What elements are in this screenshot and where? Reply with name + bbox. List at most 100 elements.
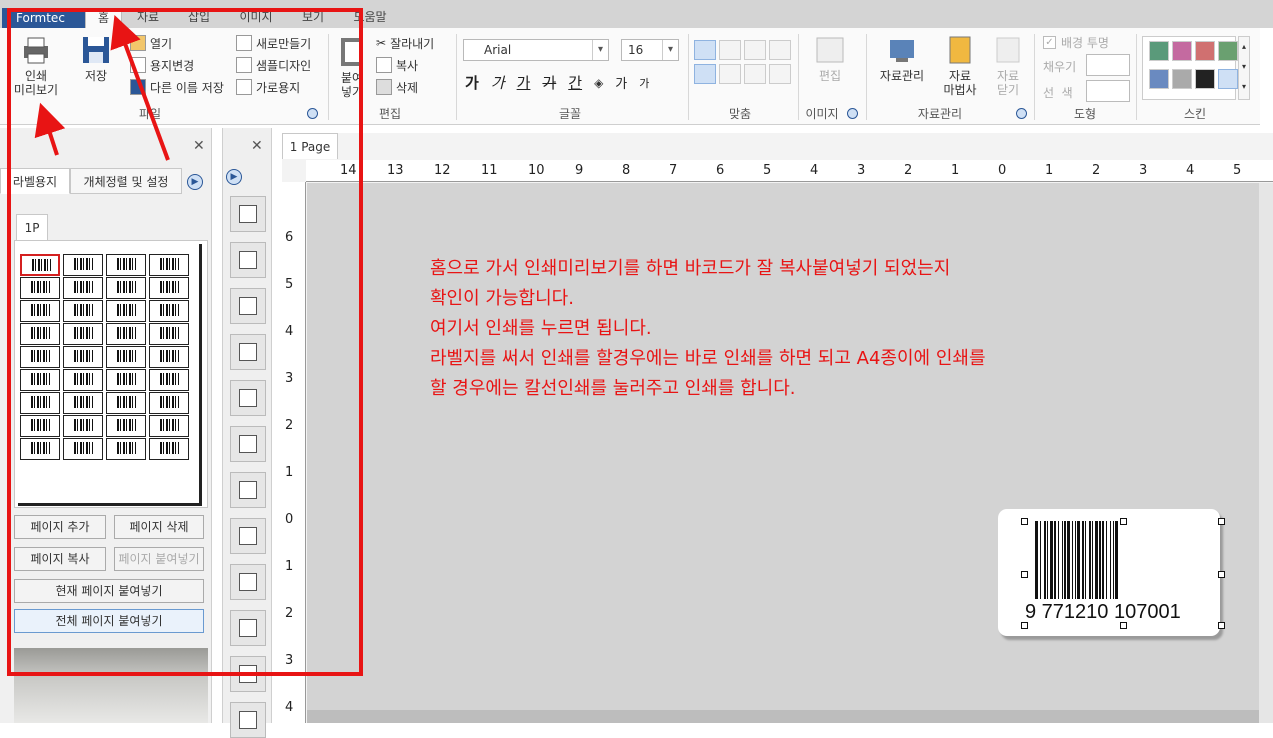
ruler-tick-label: 5	[1233, 163, 1242, 178]
resize-handle[interactable]	[1120, 622, 1127, 629]
skin-option[interactable]	[1149, 41, 1169, 61]
align-bottom-button[interactable]	[744, 64, 766, 84]
line-color-picker[interactable]	[1086, 80, 1130, 102]
data-group-launcher-icon[interactable]	[1016, 108, 1027, 119]
scissors-icon: ✂	[376, 36, 387, 50]
design-canvas[interactable]: 홈으로 가서 인쇄미리보기를 하면 바코드가 잘 복사붙여넣기 되었는지 확인이…	[307, 183, 1259, 710]
resize-handle[interactable]	[1021, 518, 1028, 525]
ribbon-separator	[798, 34, 799, 120]
copy-button[interactable]: 복사	[376, 54, 450, 76]
ruler-tick-label: 5	[763, 163, 772, 178]
resize-handle[interactable]	[1218, 518, 1225, 525]
ruler-tick-label: 8	[622, 163, 631, 178]
data-manage-button[interactable]: 자료관리	[874, 34, 930, 83]
barcode-bar	[1115, 521, 1118, 599]
delete-button[interactable]: 삭제	[376, 76, 450, 98]
barcode-bar	[1089, 521, 1091, 599]
shape-group-label: 도형	[1073, 107, 1097, 121]
skin-option-selected[interactable]	[1218, 69, 1238, 89]
ruler-tick-label: 13	[387, 163, 404, 178]
horizontal-ruler: 14 13 12 11 10 9 8 7 6 5 4 3 2 1 0 1 2 3 4 5	[306, 160, 1273, 182]
skin-option[interactable]	[1195, 69, 1215, 89]
align-middle-button[interactable]	[719, 64, 741, 84]
italic-button[interactable]: 가	[491, 72, 505, 93]
bg-transparent-checkbox[interactable]: ✓ 배경 투명	[1043, 34, 1133, 51]
ruler-tick-label: 12	[434, 163, 451, 178]
image-edit-button[interactable]: 편집	[810, 34, 850, 83]
arrow-to-home-tab	[110, 14, 170, 161]
data-close-label: 자료 닫기	[996, 69, 1020, 97]
align-left-button[interactable]	[694, 40, 716, 60]
resize-handle[interactable]	[1120, 518, 1127, 525]
chevron-down-icon: ▾	[592, 40, 608, 60]
ribbon-separator	[1136, 34, 1137, 120]
font-family-select[interactable]: Arial ▾	[463, 39, 609, 61]
strikethrough-button[interactable]: 가	[542, 72, 556, 93]
skin-gallery	[1142, 36, 1238, 100]
barcode-bar	[1064, 521, 1066, 599]
font-grow-button[interactable]: 가	[615, 73, 627, 92]
align-justify-button[interactable]	[769, 40, 791, 60]
skin-option[interactable]	[1149, 69, 1169, 89]
resize-handle[interactable]	[1021, 571, 1028, 578]
barcode-bar	[1106, 521, 1107, 599]
barcode-bar	[1077, 521, 1080, 599]
instruction-note: 홈으로 가서 인쇄미리보기를 하면 바코드가 잘 복사붙여넣기 되었는지 확인이…	[430, 254, 1230, 404]
image-edit-label: 편집	[818, 69, 842, 83]
skin-option[interactable]	[1195, 41, 1215, 61]
barcode-bar	[1067, 521, 1070, 599]
data-close-button[interactable]: 자료 닫기	[988, 34, 1028, 97]
data-wizard-label: 자료 마법사	[943, 69, 977, 97]
cut-button[interactable]: ✂ 잘라내기	[376, 32, 450, 54]
data-manage-label: 자료관리	[879, 69, 925, 83]
ribbon-separator	[456, 34, 457, 120]
fill-color-picker[interactable]	[1086, 54, 1130, 76]
underline-button[interactable]: 가	[517, 72, 531, 93]
skin-option[interactable]	[1172, 69, 1192, 89]
ribbon-separator	[866, 34, 867, 120]
wizard-icon	[949, 36, 971, 64]
ruler-tick-label: 3	[857, 163, 866, 178]
barcode-bar	[1099, 521, 1101, 599]
align-right-button[interactable]	[744, 40, 766, 60]
align-center-button[interactable]	[719, 40, 741, 60]
font-family-value: Arial	[484, 43, 512, 57]
resize-handle[interactable]	[1218, 571, 1225, 578]
data-close-icon	[996, 37, 1020, 63]
highlight-icon[interactable]: ◈	[594, 76, 603, 90]
resize-handle[interactable]	[1218, 622, 1225, 629]
edit-group-label: 편집	[378, 107, 402, 121]
skin-gallery-scroll[interactable]: ▴ ▾ ▾	[1238, 36, 1250, 100]
barcode-number: 9 771210 107001	[1025, 601, 1181, 623]
align-distribute-button[interactable]	[769, 64, 791, 84]
horizontal-scrollbar[interactable]	[307, 710, 1259, 723]
ruler-tick-label: 2	[1092, 163, 1101, 178]
barcode-bar	[1054, 521, 1056, 599]
data-wizard-button[interactable]: 자료 마법사	[938, 34, 982, 97]
skin-option[interactable]	[1172, 41, 1192, 61]
align-top-button[interactable]	[694, 64, 716, 84]
font-shrink-button[interactable]: 가	[639, 75, 649, 91]
data-group-label: 자료관리	[917, 107, 963, 121]
ruler-tick-label: 0	[998, 163, 1007, 178]
skin-group-label: 스킨	[1183, 107, 1207, 121]
ruler-tick-label: 9	[575, 163, 584, 178]
delete-label: 삭제	[396, 80, 419, 95]
resize-handle[interactable]	[1021, 622, 1028, 629]
cut-label: 잘라내기	[390, 36, 435, 51]
image-group-launcher-icon[interactable]	[847, 108, 858, 119]
note-line: 라벨지를 써서 인쇄를 할경우에는 바로 인쇄를 하면 되고 A4종이에 인쇄를	[430, 348, 986, 369]
skin-option[interactable]	[1218, 41, 1238, 61]
edit-small-buttons: ✂ 잘라내기 복사 삭제	[376, 32, 450, 98]
barcode-label-object[interactable]: 9 771210 107001	[998, 509, 1225, 636]
bold-button[interactable]: 가	[465, 72, 479, 93]
barcode-bar	[1092, 521, 1093, 599]
ruler-tick-label: 4	[1186, 163, 1195, 178]
vertical-scrollbar[interactable]	[1259, 183, 1273, 723]
font-size-select[interactable]: 16 ▾	[621, 39, 679, 61]
font-color-button[interactable]: 간	[568, 72, 582, 93]
barcode-bar	[1113, 521, 1114, 599]
barcode-bar	[1040, 521, 1041, 599]
barcode-bar	[1095, 521, 1098, 599]
tool-button[interactable]	[230, 702, 266, 738]
